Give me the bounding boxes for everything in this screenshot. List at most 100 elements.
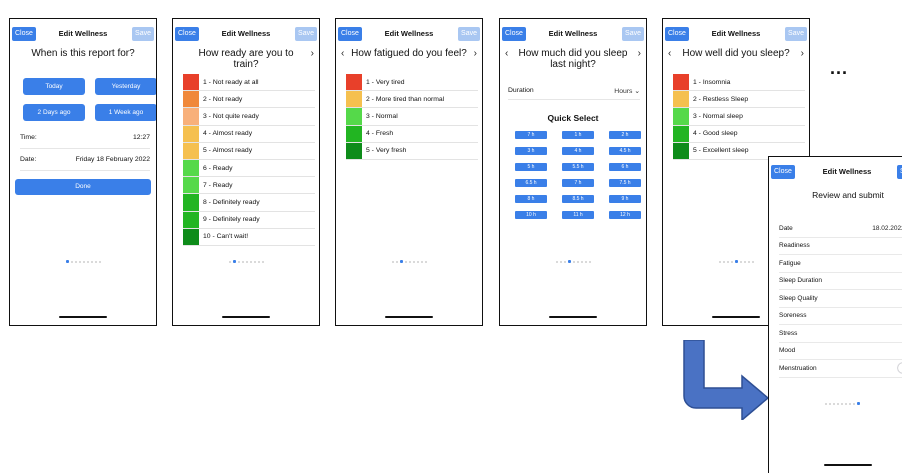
review-row-label: Soreness: [779, 312, 807, 320]
chevron-right-icon[interactable]: ›: [474, 48, 477, 59]
save-button[interactable]: Save: [897, 165, 902, 179]
review-row[interactable]: Fatigue: [779, 255, 902, 273]
review-row[interactable]: Mood: [779, 343, 902, 360]
sleep-duration-screen: Close Edit Wellness Save ‹ How much did …: [499, 18, 647, 326]
navbar: Close Edit Wellness Save: [173, 19, 319, 45]
hour-option-button[interactable]: 8.5 h: [562, 195, 594, 203]
chevron-right-icon[interactable]: ›: [638, 48, 641, 59]
color-swatch: [673, 91, 689, 108]
save-button[interactable]: Save: [622, 27, 644, 41]
hour-option-button[interactable]: 2 h: [609, 131, 641, 139]
hour-quick-select-grid: 7 h 1 h 2 h 3 h 4 h 4.5 h 5 h 5.5 h 6 h 6.5 h 7 h 7…: [515, 131, 646, 219]
scale-option[interactable]: 4 - Good sleep: [673, 125, 805, 143]
scale-option-label: 5 - Very fresh: [366, 147, 407, 155]
scale-option[interactable]: 1 - Not ready at all: [183, 74, 315, 92]
hour-option-button[interactable]: 11 h: [562, 211, 594, 219]
scale-option[interactable]: 1 - Very tired: [346, 74, 478, 92]
scale-option[interactable]: 3 - Not quite ready: [183, 108, 315, 126]
scale-option[interactable]: 5 - Almost ready: [183, 142, 315, 160]
duration-row[interactable]: Duration Hours ⌄: [508, 82, 640, 100]
scale-option[interactable]: 5 - Very fresh: [346, 142, 478, 160]
duration-unit-select[interactable]: Hours ⌄: [614, 87, 640, 95]
scale-option-label: 5 - Excellent sleep: [693, 147, 749, 155]
scale-option-label: 4 - Almost ready: [203, 130, 253, 138]
hour-option-button[interactable]: 6.5 h: [515, 179, 547, 187]
scale-option[interactable]: 8 - Definitely ready: [183, 194, 315, 212]
hour-option-button[interactable]: 4.5 h: [609, 147, 641, 155]
question-text: How well did you sleep?: [682, 48, 790, 59]
review-row[interactable]: Readiness: [779, 238, 902, 255]
scale-option[interactable]: 2 - Restless Sleep: [673, 91, 805, 109]
navbar: Close Edit Wellness Save: [663, 19, 809, 45]
review-row-label: Fatigue: [779, 259, 801, 267]
time-value[interactable]: 12:27: [133, 134, 150, 141]
hour-option-button[interactable]: 9 h: [609, 195, 641, 203]
home-indicator: [824, 464, 872, 466]
color-swatch: [183, 177, 199, 194]
scale-option[interactable]: 9 - Definitely ready: [183, 211, 315, 229]
scale-option[interactable]: 4 - Almost ready: [183, 125, 315, 143]
scale-option[interactable]: 2 - Not ready: [183, 91, 315, 109]
question-row: ‹ How much did you sleep last night? ›: [500, 48, 646, 70]
one-week-ago-button[interactable]: 1 Week ago: [95, 104, 156, 121]
color-swatch: [673, 108, 689, 125]
review-row[interactable]: Sleep Quality: [779, 290, 902, 308]
review-row[interactable]: Date 18.02.2022, 12:2: [779, 220, 902, 238]
color-swatch: [673, 74, 689, 91]
save-button[interactable]: Save: [458, 27, 480, 41]
scale-option[interactable]: 3 - Normal sleep: [673, 108, 805, 126]
hour-option-button[interactable]: 4 h: [562, 147, 594, 155]
hour-option-button[interactable]: 5.5 h: [562, 163, 594, 171]
chevron-left-icon[interactable]: ‹: [505, 48, 508, 59]
chevron-left-icon[interactable]: ‹: [341, 48, 344, 59]
date-row[interactable]: Date: Friday 18 February 2022: [20, 149, 150, 171]
hour-option-button[interactable]: 8 h: [515, 195, 547, 203]
color-swatch: [346, 91, 362, 108]
hour-option-button[interactable]: 3 h: [515, 147, 547, 155]
save-button[interactable]: Save: [132, 27, 154, 41]
question-row: ‹ How fatigued do you feel? ›: [336, 48, 482, 70]
page-indicator: [173, 253, 319, 271]
chevron-right-icon[interactable]: ›: [801, 48, 804, 59]
hour-option-button[interactable]: 12 h: [609, 211, 641, 219]
review-row[interactable]: Stress: [779, 325, 902, 343]
scale-option[interactable]: 2 - More tired than normal: [346, 91, 478, 109]
date-label: Date:: [20, 156, 37, 163]
save-button[interactable]: Save: [295, 27, 317, 41]
save-button[interactable]: Save: [785, 27, 807, 41]
hour-option-button[interactable]: 7.5 h: [609, 179, 641, 187]
done-button[interactable]: Done: [15, 179, 151, 195]
hour-option-button[interactable]: 6 h: [609, 163, 641, 171]
hour-option-button[interactable]: 5 h: [515, 163, 547, 171]
scale-option[interactable]: 10 - Can't wait!: [183, 228, 315, 246]
hour-option-button[interactable]: 7 h: [515, 131, 547, 139]
scale-option[interactable]: 6 - Ready: [183, 159, 315, 178]
review-row[interactable]: Menstruation: [779, 360, 902, 378]
time-row[interactable]: Time: 12:27: [20, 127, 150, 149]
quick-select-title: Quick Select: [547, 113, 599, 123]
today-button[interactable]: Today: [23, 78, 85, 95]
review-row[interactable]: Sleep Duration4: [779, 273, 902, 290]
review-row-label: Mood: [779, 347, 796, 355]
scale-option[interactable]: 3 - Normal: [346, 108, 478, 126]
review-row[interactable]: Soreness: [779, 308, 902, 325]
two-days-ago-button[interactable]: 2 Days ago: [23, 104, 85, 121]
hour-option-button[interactable]: 10 h: [515, 211, 547, 219]
chevron-left-icon[interactable]: ‹: [668, 48, 671, 59]
question-text: How much did you sleep last night?: [518, 48, 628, 70]
color-swatch: [183, 142, 199, 159]
color-swatch: [183, 91, 199, 108]
hour-option-button[interactable]: 1 h: [562, 131, 594, 139]
chevron-right-icon[interactable]: ›: [311, 48, 314, 59]
scale-option-label: 2 - Restless Sleep: [693, 95, 749, 103]
hour-option-button[interactable]: 7 h: [562, 179, 594, 187]
review-row-value: 18.02.2022, 12:2: [872, 224, 902, 232]
color-swatch: [346, 74, 362, 91]
scale-option[interactable]: 4 - Fresh: [346, 125, 478, 143]
date-value[interactable]: Friday 18 February 2022: [76, 156, 150, 163]
menstruation-toggle[interactable]: [897, 362, 902, 375]
yesterday-button[interactable]: Yesterday: [95, 78, 156, 95]
scale-option[interactable]: 1 - Insomnia: [673, 74, 805, 92]
color-swatch: [346, 142, 362, 159]
scale-option[interactable]: 7 - Ready: [183, 177, 315, 195]
